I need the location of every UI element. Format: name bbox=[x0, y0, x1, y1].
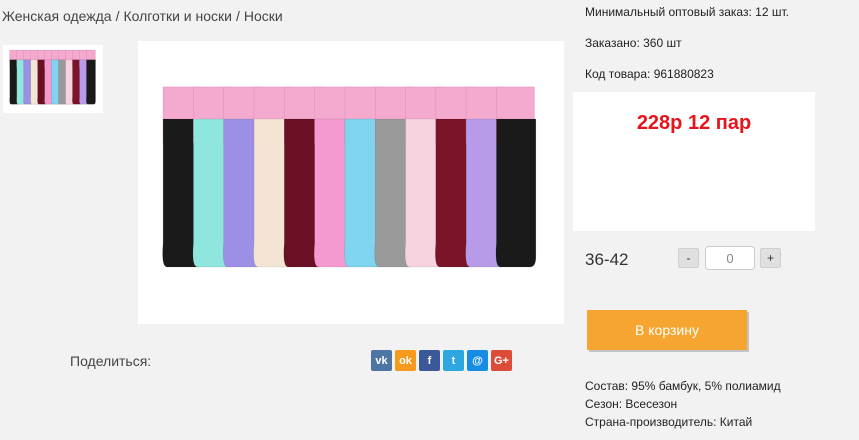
price-box: 228р 12 пар bbox=[573, 92, 815, 231]
breadcrumb-separator: / bbox=[235, 8, 240, 24]
breadcrumb: Женская одежда / Колготки и носки / Носки bbox=[2, 8, 283, 24]
min-order-text: Минимальный оптовый заказ: 12 шт. bbox=[585, 5, 789, 19]
share-icons: vk ok f t @ G+ bbox=[371, 350, 512, 371]
odnoklassniki-icon[interactable]: ok bbox=[395, 350, 416, 371]
twitter-icon[interactable]: t bbox=[443, 350, 464, 371]
size-label: 36-42 bbox=[585, 250, 629, 269]
quantity-input[interactable] bbox=[705, 246, 755, 270]
facebook-icon[interactable]: f bbox=[419, 350, 440, 371]
sock-illustration bbox=[495, 86, 537, 267]
vk-icon[interactable]: vk bbox=[371, 350, 392, 371]
breadcrumb-separator: / bbox=[115, 8, 120, 24]
breadcrumb-item-womens-clothing[interactable]: Женская одежда bbox=[2, 8, 112, 24]
ordered-count-text: Заказано: 360 шт bbox=[585, 36, 682, 50]
product-code-text: Код товара: 961880823 bbox=[585, 67, 714, 81]
breadcrumb-item-socks[interactable]: Носки bbox=[244, 8, 283, 24]
mail-icon[interactable]: @ bbox=[467, 350, 488, 371]
season-text: Сезон: Всесезон bbox=[585, 397, 678, 411]
product-main-image[interactable] bbox=[138, 41, 564, 324]
quantity-plus-button[interactable]: + bbox=[760, 248, 781, 268]
add-to-cart-button[interactable]: В корзину bbox=[587, 310, 747, 350]
share-label: Поделиться: bbox=[70, 353, 152, 369]
breadcrumb-item-tights-socks[interactable]: Колготки и носки bbox=[123, 8, 232, 24]
country-text: Страна-производитель: Китай bbox=[585, 415, 753, 429]
price-text: 228р 12 пар bbox=[636, 112, 752, 134]
google-plus-icon[interactable]: G+ bbox=[491, 350, 512, 371]
composition-text: Состав: 95% бамбук, 5% полиамид bbox=[585, 379, 781, 393]
product-thumbnail[interactable] bbox=[3, 45, 103, 113]
socks-thumbnail-image bbox=[9, 49, 96, 105]
sock-illustration bbox=[86, 49, 96, 105]
quantity-minus-button[interactable]: - bbox=[678, 248, 699, 268]
socks-product-image bbox=[162, 86, 537, 267]
